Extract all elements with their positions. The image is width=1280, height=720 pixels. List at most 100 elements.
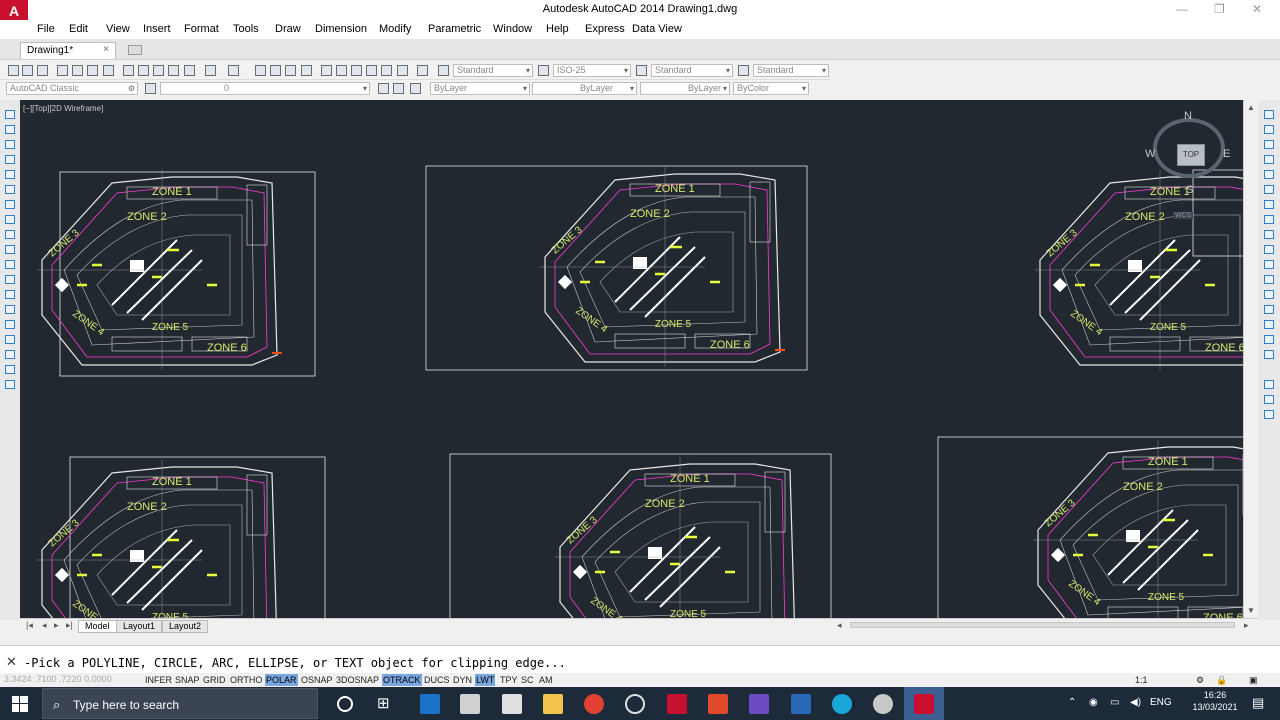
tab-layout2[interactable]: Layout2 — [162, 620, 209, 633]
publish-icon[interactable] — [87, 65, 98, 76]
menu-draw[interactable]: Draw — [275, 23, 301, 35]
horizontal-scrollbar[interactable] — [850, 622, 1235, 628]
menu-tools[interactable]: Tools — [233, 23, 259, 35]
toggle-grid[interactable]: GRID — [202, 674, 227, 686]
help-icon[interactable] — [417, 65, 428, 76]
quickcalc-icon[interactable] — [397, 65, 408, 76]
compass-south-label[interactable]: S — [1186, 184, 1193, 196]
layer-select[interactable]: 0 ▾ — [160, 82, 370, 95]
arc-icon[interactable] — [5, 185, 15, 194]
toggle-osnap[interactable]: OSNAP — [300, 674, 334, 686]
toggle-am[interactable]: AM — [538, 674, 554, 686]
windows-start-icon[interactable] — [12, 696, 28, 712]
redo-icon[interactable] — [228, 65, 239, 76]
lineweight-select[interactable]: ByLayer ▾ — [640, 82, 730, 95]
first-layout-icon[interactable]: |◂ — [26, 620, 33, 631]
toggle-3dosnap[interactable]: 3DOSNAP — [335, 674, 380, 686]
viewcube-top-face[interactable]: TOP — [1177, 144, 1205, 166]
layer-previous-icon[interactable] — [393, 83, 404, 94]
menu-dimension[interactable]: Dimension — [315, 23, 367, 35]
tray-chevron-icon[interactable]: ⌃ — [1068, 697, 1076, 708]
3d-dwf-icon[interactable] — [103, 65, 114, 76]
settings-app-icon[interactable] — [625, 694, 645, 714]
save-icon[interactable] — [37, 65, 48, 76]
taskbar-clock[interactable]: 16:26 13/03/2021 — [1185, 689, 1245, 713]
compass-west-label[interactable]: W — [1145, 148, 1155, 160]
construction-line-icon[interactable] — [5, 125, 15, 134]
mtext-icon[interactable] — [5, 380, 15, 389]
scroll-right-icon[interactable]: ▸ — [1244, 620, 1249, 631]
toggle-otrack[interactable]: OTRACK — [382, 674, 422, 686]
toggle-infer[interactable]: INFER — [144, 674, 173, 686]
toggle-sc[interactable]: SC — [520, 674, 535, 686]
scroll-left-icon[interactable]: ◂ — [837, 620, 842, 631]
block-editor-icon[interactable] — [184, 65, 195, 76]
chrome-icon[interactable] — [584, 694, 604, 714]
layer-state-icon[interactable] — [410, 83, 421, 94]
workspace-select[interactable]: AutoCAD Classic ⚙ — [6, 82, 138, 95]
zoom-realtime-icon[interactable] — [270, 65, 281, 76]
menu-format[interactable]: Format — [184, 23, 219, 35]
send-back-icon[interactable] — [1264, 410, 1274, 419]
language-indicator[interactable]: ENG — [1150, 697, 1172, 708]
trim-icon[interactable] — [1264, 245, 1274, 254]
blend-icon[interactable] — [1264, 335, 1274, 344]
fillet-icon[interactable] — [1264, 320, 1274, 329]
menu-data-view[interactable]: Data View — [632, 23, 682, 35]
workspace-switch-icon[interactable]: ⚙ — [1195, 674, 1205, 686]
rectangle-icon[interactable] — [5, 170, 15, 179]
task-view-icon[interactable]: ⊞ — [377, 694, 397, 714]
text-style-select[interactable]: Standard ▾ — [453, 64, 533, 77]
toggle-lwt[interactable]: LWT — [475, 674, 496, 686]
draw-order-icon[interactable] — [1264, 380, 1274, 389]
pan-icon[interactable] — [255, 65, 266, 76]
menu-help[interactable]: Help — [546, 23, 569, 35]
app-icon-purple[interactable] — [749, 694, 769, 714]
explode-icon[interactable] — [1264, 350, 1274, 359]
network-icon[interactable]: ◉ — [1089, 697, 1098, 708]
maximize-button[interactable]: ❐ — [1214, 2, 1225, 16]
minimize-button[interactable]: — — [1176, 2, 1188, 16]
make-block-icon[interactable] — [5, 290, 15, 299]
notifications-icon[interactable]: ▤ — [1252, 695, 1264, 711]
security-icon[interactable] — [502, 694, 522, 714]
viewcube[interactable]: TOP N W E S WCS — [1145, 110, 1235, 219]
layer-properties-icon[interactable] — [145, 83, 156, 94]
line-tool-icon[interactable] — [5, 110, 15, 119]
region-icon[interactable] — [5, 350, 15, 359]
vertical-scrollbar[interactable]: ▲ ▼ — [1243, 100, 1258, 618]
coordinate-readout[interactable]: 3.3424 .7100 .7220 0.0000 — [4, 674, 112, 684]
copy-object-icon[interactable] — [1264, 125, 1274, 134]
store-icon[interactable] — [460, 694, 480, 714]
menu-insert[interactable]: Insert — [143, 23, 171, 35]
revision-cloud-icon[interactable] — [5, 215, 15, 224]
close-command-line-icon[interactable]: ✕ — [6, 654, 17, 670]
toggle-tpy[interactable]: TPY — [499, 674, 519, 686]
menu-window[interactable]: Window — [493, 23, 532, 35]
insert-block-icon[interactable] — [5, 275, 15, 284]
join-icon[interactable] — [1264, 290, 1274, 299]
stretch-icon[interactable] — [1264, 230, 1274, 239]
table-style-select[interactable]: Standard ▾ — [651, 64, 733, 77]
design-center-icon[interactable] — [336, 65, 347, 76]
lock-icon[interactable]: 🔒 — [1215, 674, 1228, 686]
plot-icon[interactable] — [57, 65, 68, 76]
tool-palettes-icon[interactable] — [351, 65, 362, 76]
scroll-down-icon[interactable]: ▼ — [1247, 606, 1255, 615]
menu-file[interactable]: File — [37, 23, 55, 35]
undo-icon[interactable] — [205, 65, 216, 76]
circle-icon[interactable] — [5, 200, 15, 209]
qnew-icon[interactable] — [8, 65, 19, 76]
toggle-ducs[interactable]: DUCS — [423, 674, 451, 686]
edge-icon[interactable] — [832, 694, 852, 714]
paste-icon[interactable] — [153, 65, 164, 76]
menu-parametric[interactable]: Parametric — [428, 23, 481, 35]
array-icon[interactable] — [1264, 170, 1274, 179]
bring-front-icon[interactable] — [1264, 395, 1274, 404]
tab-layout1[interactable]: Layout1 — [116, 620, 163, 633]
close-tab-icon[interactable]: × — [103, 44, 109, 55]
gradient-icon[interactable] — [5, 335, 15, 344]
taskbar-search[interactable]: ⌕ Type here to search — [42, 688, 318, 719]
new-tab-button[interactable] — [128, 45, 142, 55]
zoom-previous-icon[interactable] — [301, 65, 312, 76]
